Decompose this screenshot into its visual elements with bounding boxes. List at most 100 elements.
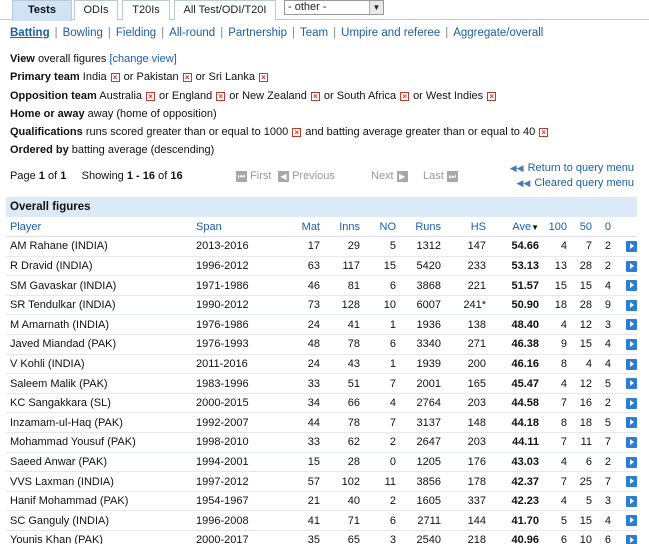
cell-hundreds: 7	[560, 397, 567, 410]
col-inns[interactable]: Inns	[320, 217, 360, 238]
cell-hundreds: 8	[560, 357, 567, 370]
nav-umpire-referee[interactable]: Umpire and referee	[341, 27, 440, 39]
nav-aggregate-overall[interactable]: Aggregate/overall	[453, 27, 543, 39]
play-arrow-icon[interactable]	[626, 456, 637, 468]
nav-all-round[interactable]: All-round	[169, 27, 215, 39]
rewind-icon: ◀◀	[516, 178, 531, 188]
row-action-cell	[611, 413, 637, 433]
cell-player[interactable]: SR Tendulkar (INDIA)	[6, 295, 196, 315]
col-player[interactable]: Player	[6, 217, 196, 238]
cell-no: 1	[389, 357, 396, 370]
col-100[interactable]: 100	[539, 217, 567, 238]
cell-ducks: 2	[604, 397, 611, 410]
col-span[interactable]: Span	[196, 217, 282, 238]
cell-inns: 78	[347, 416, 360, 429]
nav-team[interactable]: Team	[300, 27, 328, 39]
cell-player[interactable]: Saleem Malik (PAK)	[6, 374, 196, 394]
play-arrow-icon[interactable]	[626, 397, 637, 409]
play-arrow-icon[interactable]	[626, 240, 637, 252]
nav-partnership[interactable]: Partnership	[228, 27, 287, 39]
cell-hundreds: 6	[560, 534, 567, 544]
cell-mat: 46	[307, 279, 320, 292]
cell-runs: 1936	[416, 318, 441, 331]
cell-player[interactable]: SC Ganguly (INDIA)	[6, 511, 196, 531]
row-action-cell	[611, 315, 637, 335]
play-arrow-icon[interactable]	[626, 358, 637, 370]
cell-player[interactable]: V Kohli (INDIA)	[6, 354, 196, 374]
col-no[interactable]: NO	[360, 217, 396, 238]
play-arrow-icon[interactable]	[626, 319, 637, 331]
cell-player[interactable]: AM Rahane (INDIA)	[6, 237, 196, 257]
remove-icon[interactable]: ×	[487, 91, 497, 101]
cell-inns: 29	[347, 240, 360, 253]
play-arrow-icon[interactable]	[626, 260, 637, 272]
other-format-select[interactable]: - other - ▼	[284, 0, 384, 15]
cell-fifties: 25	[579, 475, 592, 488]
play-arrow-icon[interactable]	[626, 299, 637, 311]
play-arrow-icon[interactable]	[626, 476, 637, 488]
cell-player[interactable]: Inzamam-ul-Haq (PAK)	[6, 413, 196, 433]
cell-player[interactable]: Javed Miandad (PAK)	[6, 335, 196, 355]
col-mat[interactable]: Mat	[282, 217, 320, 238]
col-50[interactable]: 50	[567, 217, 592, 238]
remove-icon[interactable]: ×	[258, 72, 268, 82]
play-arrow-icon[interactable]	[626, 417, 637, 429]
row-action-cell	[611, 256, 637, 276]
cell-fifties: 6	[585, 455, 592, 468]
tab-t20is[interactable]: T20Is	[122, 0, 170, 20]
play-arrow-icon[interactable]	[626, 338, 637, 350]
previous-page-label: Previous	[292, 170, 335, 182]
change-view-link[interactable]: [change view]	[109, 53, 176, 65]
results-table: Overall figures Player Span Mat Inns NO …	[6, 197, 637, 544]
cell-ducks: 4	[604, 279, 611, 292]
cell-player[interactable]: Saeed Anwar (PAK)	[6, 452, 196, 472]
cell-player[interactable]: KC Sangakkara (SL)	[6, 393, 196, 413]
col-runs[interactable]: Runs	[396, 217, 441, 238]
row-action-cell	[611, 511, 637, 531]
nav-bowling[interactable]: Bowling	[63, 27, 103, 39]
remove-icon[interactable]: ×	[110, 72, 120, 82]
nav-batting[interactable]: Batting	[10, 27, 50, 39]
col-hs[interactable]: HS	[441, 217, 486, 238]
tab-tests[interactable]: Tests	[12, 0, 72, 21]
tab-all-formats[interactable]: All Test/ODI/T20I	[174, 0, 276, 20]
row-action-cell	[611, 295, 637, 315]
remove-icon[interactable]: ×	[146, 91, 156, 101]
remove-icon[interactable]: ×	[216, 91, 226, 101]
cell-player[interactable]: SM Gavaskar (INDIA)	[6, 276, 196, 296]
play-arrow-icon[interactable]	[626, 495, 637, 507]
cell-player[interactable]: Hanif Mohammad (PAK)	[6, 491, 196, 511]
return-query-menu-link[interactable]: ◀◀ Return to query menu	[510, 162, 634, 174]
remove-icon[interactable]: ×	[400, 91, 410, 101]
cell-player[interactable]: Mohammad Yousuf (PAK)	[6, 433, 196, 453]
remove-icon[interactable]: ×	[182, 72, 192, 82]
nav-fielding[interactable]: Fielding	[116, 27, 156, 39]
cell-player[interactable]: R Dravid (INDIA)	[6, 256, 196, 276]
remove-icon[interactable]: ×	[310, 91, 320, 101]
cleared-query-menu-link[interactable]: ◀◀ Cleared query menu	[516, 177, 634, 189]
first-page-button[interactable]: ⏮ First	[236, 170, 271, 182]
col-ave[interactable]: Ave▼	[486, 217, 539, 238]
last-page-button[interactable]: Last ⏭	[423, 170, 458, 182]
play-arrow-icon[interactable]	[626, 436, 637, 448]
play-arrow-icon[interactable]	[626, 378, 637, 390]
cell-player[interactable]: Younis Khan (PAK)	[6, 531, 196, 544]
next-page-button[interactable]: Next ▶	[371, 170, 408, 182]
home-away-label: Home or away	[10, 108, 85, 120]
table-row: SM Gavaskar (INDIA) 1971-1986 46 81 6 3868 221…	[6, 276, 637, 296]
remove-icon[interactable]: ×	[539, 127, 549, 137]
play-arrow-icon[interactable]	[626, 534, 637, 544]
cell-runs: 2001	[416, 377, 441, 390]
play-arrow-icon[interactable]	[626, 515, 637, 527]
table-row: Hanif Mohammad (PAK) 1954-1967 21 40 2 1605 33…	[6, 491, 637, 511]
previous-page-button[interactable]: ◀ Previous	[278, 170, 335, 182]
tab-odis[interactable]: ODIs	[74, 0, 118, 20]
play-arrow-icon[interactable]	[626, 280, 637, 292]
cell-player[interactable]: VVS Laxman (INDIA)	[6, 472, 196, 492]
cell-player[interactable]: M Amarnath (INDIA)	[6, 315, 196, 335]
cell-inns: 81	[347, 279, 360, 292]
ordered-by-line: Ordered by batting average (descending)	[10, 143, 214, 158]
col-0[interactable]: 0	[592, 217, 611, 238]
remove-icon[interactable]: ×	[292, 127, 302, 137]
cell-ave: 45.47	[511, 377, 539, 390]
